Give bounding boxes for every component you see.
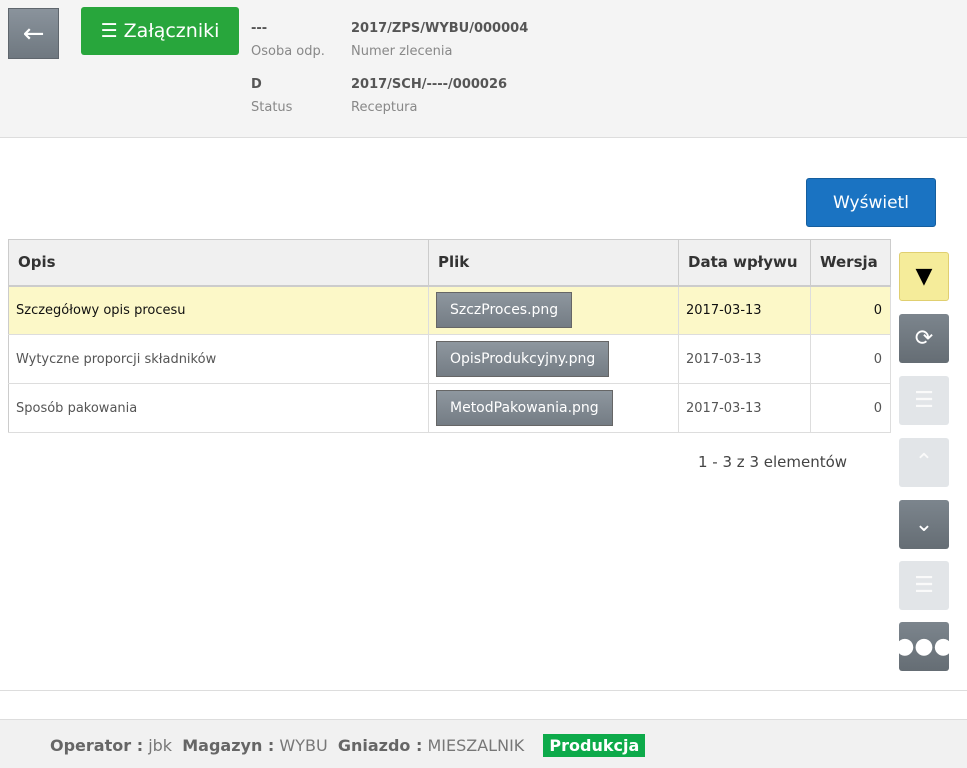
date-cell: 2017-03-13 [678, 285, 811, 335]
file-button[interactable]: SzczProces.png [436, 292, 573, 329]
last-button: ☰ [899, 561, 949, 610]
refresh-button[interactable]: ⟳ [899, 314, 949, 363]
more-button[interactable]: ●●● [895, 622, 953, 671]
more-icon: ●●● [895, 634, 953, 659]
attachments-table: Opis Plik Data wpływu Wersja Szczegółowy… [8, 239, 891, 433]
gniazdo-label: Gniazdo : [337, 736, 423, 755]
first-button: ☰ [899, 376, 949, 425]
date-cell: 2017-03-13 [678, 334, 811, 384]
up-button: ⌃ [899, 438, 949, 487]
pager-info: 1 - 3 z 3 elementów [698, 453, 848, 471]
back-button[interactable]: ← [8, 8, 59, 59]
operator-label: Operator : [50, 736, 144, 755]
menu-icon: ☰ [100, 20, 118, 42]
order-number-value: 2017/ZPS/WYBU/000004 [351, 21, 529, 36]
table-row[interactable]: Wytyczne proporcji składników OpisProduk… [8, 334, 891, 384]
recipe-label: Receptura [351, 100, 418, 115]
filter-button[interactable]: ▼ [899, 252, 949, 301]
filter-icon: ▼ [915, 264, 933, 289]
column-header-wersja[interactable]: Wersja [810, 239, 891, 287]
order-number-label: Numer zlecenia [351, 44, 453, 59]
column-header-data[interactable]: Data wpływu [678, 239, 811, 287]
chevron-up-icon: ⌃ [914, 450, 934, 475]
list-up-icon: ☰ [914, 388, 934, 413]
mode-badge: Produkcja [543, 734, 646, 757]
header: ← ☰ Załączniki --- Osoba odp. 2017/ZPS/WYB… [0, 0, 967, 138]
version-cell: 0 [810, 383, 891, 433]
table-row[interactable]: Szczegółowy opis procesu SzczProces.png … [8, 285, 891, 335]
recipe-value: 2017/SCH/----/000026 [351, 77, 508, 92]
table-row[interactable]: Sposób pakowania MetodPakowania.png 2017… [8, 383, 891, 433]
magazyn-label: Magazyn : [182, 736, 275, 755]
person-value: --- [251, 21, 268, 36]
column-header-opis[interactable]: Opis [8, 239, 429, 287]
status-bar: Operator : jbk Magazyn : WYBU Gniazdo : … [0, 719, 967, 768]
file-button[interactable]: OpisProdukcyjny.png [436, 341, 610, 377]
magazyn-value: WYBU [279, 736, 328, 755]
list-down-icon: ☰ [914, 573, 934, 598]
opis-cell: Sposób pakowania [8, 383, 429, 433]
gniazdo-value: MIESZALNIK [427, 736, 525, 755]
refresh-icon: ⟳ [914, 326, 934, 351]
version-cell: 0 [810, 285, 891, 335]
status-label: Status [251, 100, 293, 115]
chevron-down-icon: ⌄ [914, 512, 934, 537]
show-button[interactable]: Wyświetl [806, 178, 936, 227]
column-header-plik[interactable]: Plik [428, 239, 679, 287]
arrow-left-icon: ← [22, 18, 45, 49]
status-value: D [251, 77, 262, 92]
person-label: Osoba odp. [251, 44, 325, 59]
opis-cell: Szczegółowy opis procesu [8, 285, 429, 335]
attachments-button[interactable]: ☰ Załączniki [81, 7, 239, 55]
file-button[interactable]: MetodPakowania.png [436, 390, 613, 426]
operator-value: jbk [148, 736, 173, 755]
down-button[interactable]: ⌄ [899, 500, 949, 549]
date-cell: 2017-03-13 [678, 383, 811, 433]
opis-cell: Wytyczne proporcji składników [8, 334, 429, 384]
version-cell: 0 [810, 334, 891, 384]
